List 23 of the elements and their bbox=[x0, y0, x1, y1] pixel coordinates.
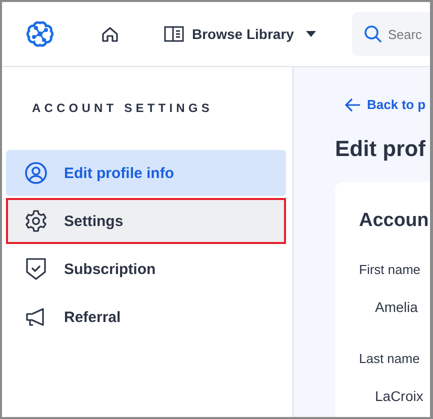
gear-icon bbox=[24, 209, 48, 233]
home-icon[interactable] bbox=[100, 24, 120, 44]
card-heading: Accoun bbox=[359, 210, 430, 232]
shield-check-icon bbox=[24, 257, 48, 281]
page-title: Edit prof bbox=[335, 136, 426, 162]
book-icon[interactable] bbox=[164, 24, 184, 44]
caret-icon[interactable] bbox=[306, 31, 316, 37]
input-field[interactable]: Amelia bbox=[375, 299, 430, 315]
section-heading: ACCOUNT SETTINGS bbox=[32, 101, 214, 115]
field-label: First name bbox=[359, 262, 422, 277]
search-field[interactable]: Searc bbox=[388, 26, 430, 42]
sidebar-item[interactable]: Subscription bbox=[6, 246, 286, 292]
logo-icon[interactable] bbox=[26, 20, 54, 48]
browse-library-menu[interactable]: Browse Library bbox=[192, 26, 294, 42]
sidebar-item[interactable]: Referral bbox=[6, 294, 286, 340]
sidebar-item[interactable]: Edit profile info bbox=[6, 150, 286, 196]
field-label: Last name bbox=[359, 351, 421, 366]
user-icon bbox=[24, 161, 48, 185]
input-field[interactable]: LaCroix bbox=[375, 388, 430, 404]
back-link[interactable]: Back to p bbox=[345, 97, 430, 112]
search-icon[interactable] bbox=[364, 25, 382, 43]
arrow-left-icon[interactable] bbox=[345, 98, 361, 112]
sidebar-item[interactable]: Settings bbox=[6, 198, 286, 244]
